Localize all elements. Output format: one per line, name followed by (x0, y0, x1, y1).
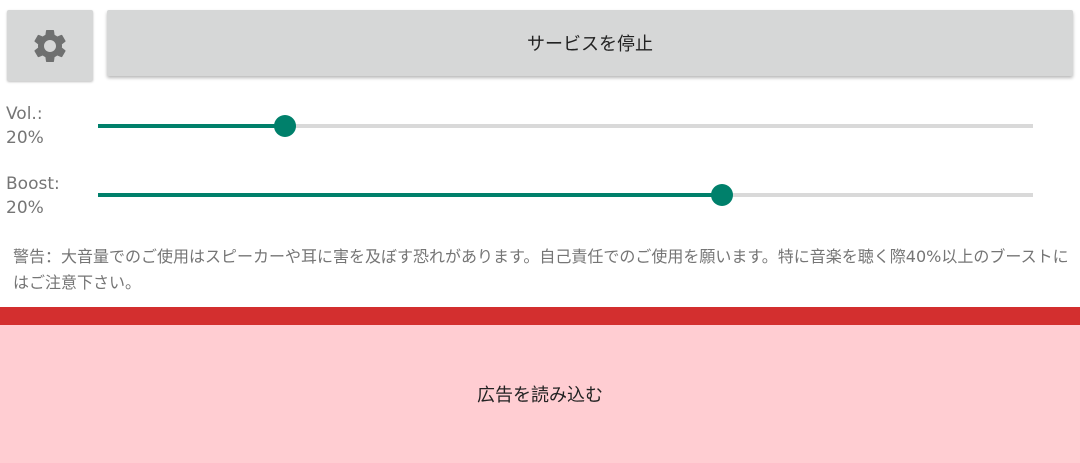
stop-service-label: サービスを停止 (527, 34, 653, 55)
gear-icon (30, 26, 70, 66)
boost-slider[interactable] (98, 180, 1033, 210)
volume-label-value: 20% (6, 128, 44, 148)
ad-banner-bar (0, 307, 1080, 325)
volume-slider[interactable] (98, 111, 1033, 141)
boost-label-title: Boost: (6, 174, 60, 194)
load-ad-label: 広告を読み込む (477, 385, 603, 406)
stop-service-button[interactable]: サービスを停止 (107, 10, 1073, 76)
volume-label: Vol.: 20% (6, 102, 44, 150)
boost-label: Boost: 20% (6, 172, 60, 220)
ad-area[interactable]: 広告を読み込む (0, 325, 1080, 463)
volume-slider-fill (98, 124, 285, 128)
settings-button[interactable] (7, 10, 93, 81)
boost-label-value: 20% (6, 198, 44, 218)
volume-label-title: Vol.: (6, 104, 43, 124)
volume-slider-thumb[interactable] (274, 115, 296, 137)
app-screen: サービスを停止 Vol.: 20% Boost: 20% 警告：大音量でのご使用… (0, 0, 1080, 463)
boost-slider-fill (98, 193, 722, 197)
boost-slider-thumb[interactable] (711, 184, 733, 206)
warning-text: 警告：大音量でのご使用はスピーカーや耳に害を及ぼす恐れがあります。自己責任でのご… (13, 247, 1069, 292)
